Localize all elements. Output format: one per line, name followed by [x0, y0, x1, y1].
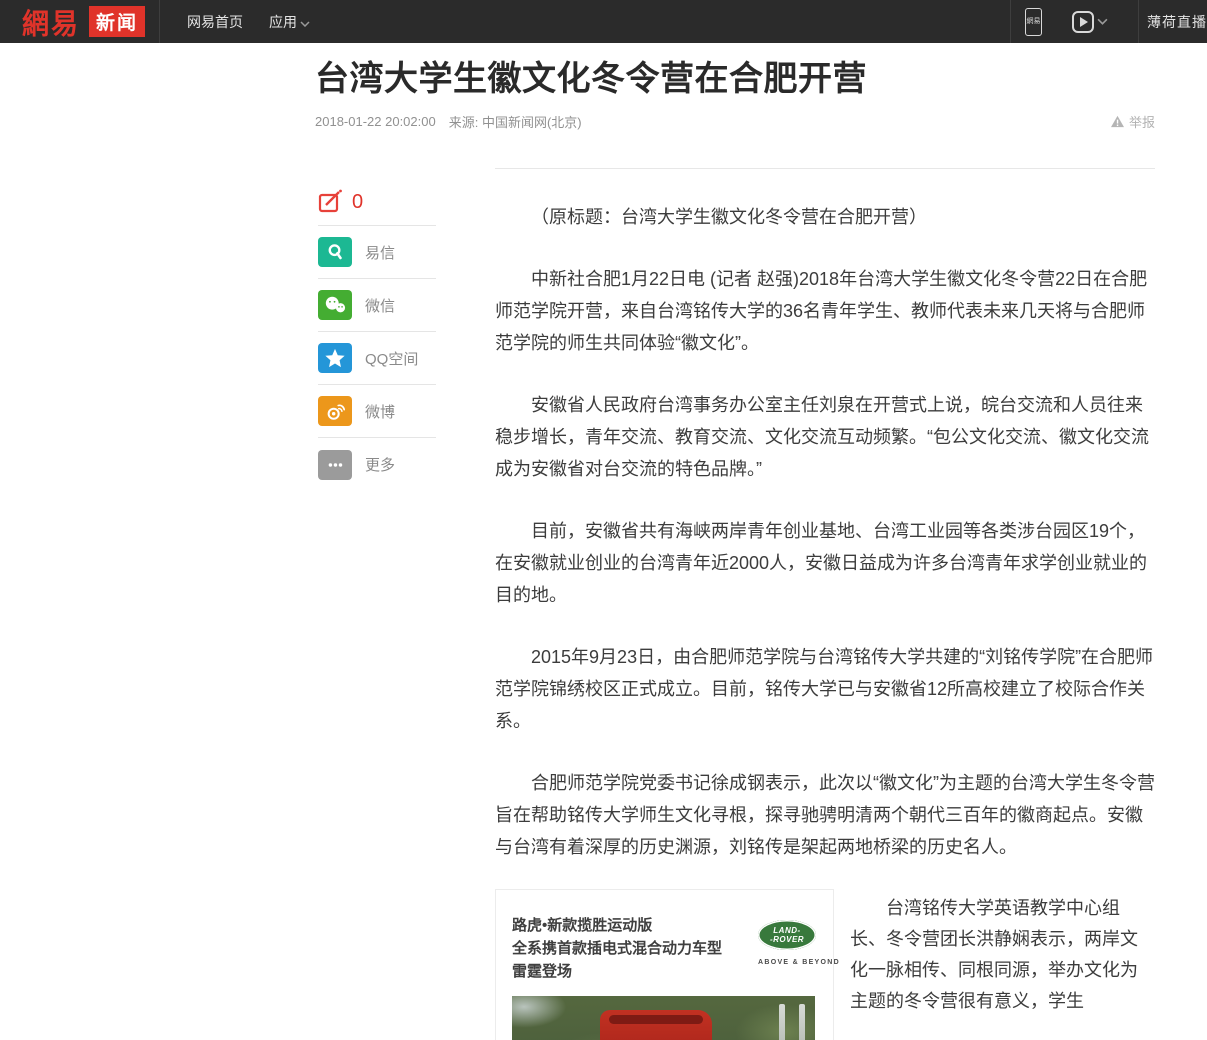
red-car-shape — [599, 1010, 712, 1040]
article-meta: 2018-01-22 20:02:00 来源: 中国新闻网(北京) 举报 — [315, 112, 1155, 131]
qzone-star-icon — [318, 343, 352, 373]
wechat-icon — [318, 290, 352, 320]
share-label: 易信 — [365, 244, 396, 262]
share-label: 更多 — [365, 457, 396, 474]
comment-button[interactable]: 0 — [318, 189, 436, 226]
article-body: （原标题：台湾大学生徽文化冬令营在合肥开营） 中新社合肥1月22日电 (记者 赵… — [495, 168, 1155, 1040]
report-button[interactable]: 举报 — [1110, 112, 1155, 131]
live-channel-link[interactable]: 薄荷直播 — [1147, 12, 1207, 32]
landrover-ad[interactable]: 路虎•新款揽胜运动版 全系携首款插电式混合动力车型 雷霆登场 LAND- -RO… — [495, 889, 840, 1040]
paragraph: 合肥师范学院党委书记徐成钢表示，此次以“徽文化”为主题的台湾大学生冬令营旨在帮助… — [495, 773, 1155, 857]
original-title-line: （原标题：台湾大学生徽文化冬令营在合肥开营） — [531, 207, 927, 227]
share-weibo-button[interactable]: 微博 — [318, 385, 436, 438]
share-label: 微博 — [365, 403, 396, 421]
share-label: QQ空间 — [365, 350, 419, 368]
header-right-group: 網易 薄荷直播 — [1010, 0, 1207, 43]
chevron-down-icon — [300, 20, 310, 27]
netease-brand-text: 網易 — [22, 8, 80, 40]
netease-logo[interactable]: 網易 新闻 — [22, 2, 146, 41]
header-divider — [159, 0, 161, 43]
ad-headline: 路虎•新款揽胜运动版 全系携首款插电式混合动力车型 雷霆登场 — [512, 917, 723, 980]
netease-news-badge: 新闻 — [89, 6, 146, 37]
mobile-app-icon[interactable]: 網易 — [1025, 7, 1042, 36]
publish-date: 2018-01-22 20:02:00 — [315, 114, 436, 129]
warning-triangle-icon — [1110, 115, 1124, 128]
page-title: 台湾大学生徽文化冬令营在合肥开营 — [315, 60, 867, 98]
nav-apps-menu[interactable]: 应用 — [269, 12, 310, 32]
share-label: 微信 — [365, 297, 396, 315]
source-link[interactable]: 来源: 中国新闻网(北京) — [449, 112, 582, 131]
landrover-oval-icon: LAND- -ROVER — [758, 920, 816, 950]
landrover-logo: LAND- -ROVER ABOVE & BEYOND — [758, 920, 840, 966]
paragraph: 2015年9月23日，由合肥师范学院与台湾铭传大学共建的“刘铭传学院”在合肥师范… — [495, 647, 1154, 731]
top-nav-bar: 網易 新闻 网易首页 应用 網易 薄荷直播 — [0, 0, 1207, 43]
weibo-icon — [318, 396, 352, 426]
share-wechat-button[interactable]: 微信 — [318, 279, 436, 332]
paragraph: 安徽省人民政府台湾事务办公室主任刘泉在开营式上说，皖台交流和人员往来稳步增长，青… — [495, 395, 1149, 479]
last-paragraph-block: 路虎•新款揽胜运动版 全系携首款插电式混合动力车型 雷霆登场 LAND- -RO… — [495, 889, 1155, 1040]
paragraph: 中新社合肥1月22日电 (记者 赵强)2018年台湾大学生徽文化冬令营22日在合… — [495, 269, 1148, 353]
share-more-button[interactable]: 更多 — [318, 438, 436, 491]
more-dots-icon — [318, 449, 352, 480]
share-yixin-button[interactable]: 易信 — [318, 226, 436, 279]
header-divider — [1010, 0, 1011, 43]
header-nav: 网易首页 应用 — [174, 12, 323, 32]
chevron-down-icon[interactable] — [1097, 18, 1108, 25]
bollard-shape — [779, 1004, 785, 1040]
header-divider — [1138, 0, 1139, 43]
ad-tagline: ABOVE & BEYOND — [758, 959, 840, 966]
paragraph: 目前，安徽省共有海峡两岸青年创业基地、台湾工业园等各类涉台园区19个，在安徽就业… — [495, 521, 1148, 605]
nav-home-link[interactable]: 网易首页 — [187, 12, 243, 32]
bollard-shape — [799, 1004, 805, 1040]
ad-car-photo — [512, 996, 815, 1040]
yixin-icon — [318, 237, 352, 267]
video-play-icon[interactable] — [1072, 10, 1094, 33]
share-sidebar: 0 易信 微信 QQ空间 微博 更多 — [318, 189, 436, 491]
comment-count: 0 — [352, 190, 364, 213]
share-qzone-button[interactable]: QQ空间 — [318, 332, 436, 385]
compose-comment-icon — [318, 189, 342, 213]
